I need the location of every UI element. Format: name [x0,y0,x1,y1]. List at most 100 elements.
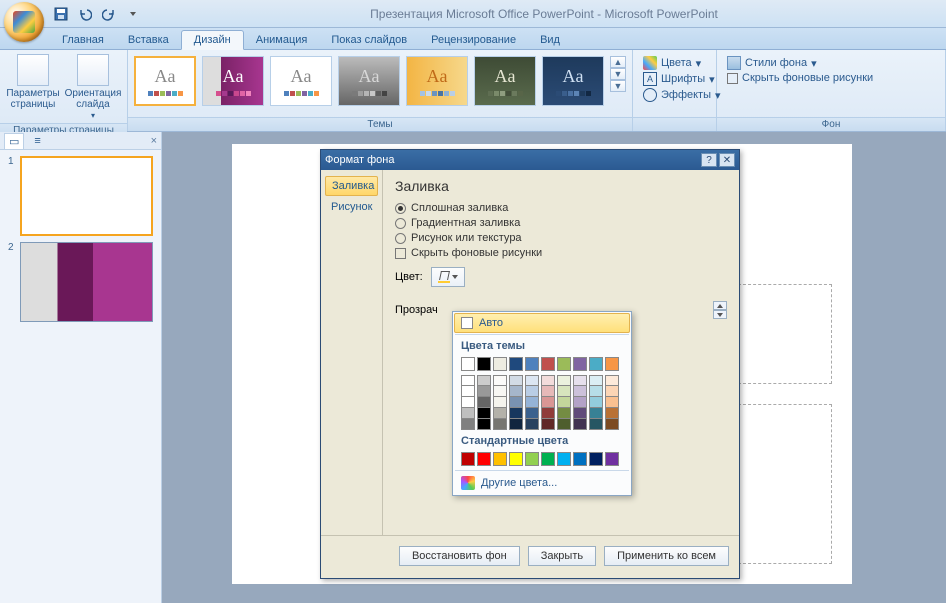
transparency-spinner[interactable] [713,301,727,319]
redo-icon[interactable] [100,5,118,23]
color-swatch[interactable] [461,357,475,371]
color-swatch[interactable] [509,419,523,430]
effects-dropdown[interactable]: Эффекты ▾ [643,88,721,102]
color-swatch[interactable] [557,357,571,371]
color-swatch[interactable] [477,452,491,466]
color-swatch[interactable] [477,375,491,386]
tab-review[interactable]: Рецензирование [419,31,528,49]
bg-styles-dropdown[interactable]: Стили фона ▾ [727,56,873,70]
theme-scroll-2[interactable]: ▼ [610,80,626,92]
opt-gradient[interactable]: Градиентная заливка [395,217,727,229]
fonts-dropdown[interactable]: AШрифты ▾ [643,72,721,86]
color-swatch[interactable] [557,375,571,386]
color-swatch[interactable] [605,397,619,408]
color-swatch[interactable] [477,357,491,371]
color-swatch[interactable] [573,452,587,466]
color-swatch[interactable] [541,397,555,408]
colors-dropdown[interactable]: Цвета ▾ [643,56,721,70]
color-picker-button[interactable] [431,267,465,287]
color-swatch[interactable] [605,375,619,386]
color-swatch[interactable] [493,419,507,430]
opt-hide-bg[interactable]: Скрыть фоновые рисунки [395,247,727,259]
theme-thumb-3[interactable]: Aa [338,56,400,106]
color-swatch[interactable] [573,375,587,386]
tab-view[interactable]: Вид [528,31,572,49]
color-swatch[interactable] [493,375,507,386]
color-swatch[interactable] [509,397,523,408]
color-swatch[interactable] [461,375,475,386]
color-swatch[interactable] [589,408,603,419]
color-swatch[interactable] [605,419,619,430]
color-swatch[interactable] [509,386,523,397]
color-swatch[interactable] [493,397,507,408]
opt-solid[interactable]: Сплошная заливка [395,202,727,214]
tab-home[interactable]: Главная [50,31,116,49]
color-swatch[interactable] [525,386,539,397]
color-swatch[interactable] [541,452,555,466]
color-swatch[interactable] [509,357,523,371]
color-swatch[interactable] [557,397,571,408]
color-swatch[interactable] [589,375,603,386]
thumbnails-close-icon[interactable]: × [151,135,157,147]
color-swatch[interactable] [605,386,619,397]
theme-thumb-0[interactable]: Aa [134,56,196,106]
color-swatch[interactable] [525,419,539,430]
color-swatch[interactable] [573,419,587,430]
color-swatch[interactable] [541,419,555,430]
color-swatch[interactable] [525,452,539,466]
color-swatch[interactable] [605,357,619,371]
color-swatch[interactable] [509,375,523,386]
color-swatch[interactable] [557,386,571,397]
color-swatch[interactable] [541,375,555,386]
color-swatch[interactable] [477,397,491,408]
color-swatch[interactable] [605,452,619,466]
color-swatch[interactable] [573,357,587,371]
color-swatch[interactable] [525,397,539,408]
tab-insert[interactable]: Вставка [116,31,181,49]
color-swatch[interactable] [589,357,603,371]
color-swatch[interactable] [525,357,539,371]
color-swatch[interactable] [477,408,491,419]
apply-all-button[interactable]: Применить ко всем [604,546,729,566]
tab-animation[interactable]: Анимация [244,31,320,49]
reset-button[interactable]: Восстановить фон [399,546,520,566]
save-icon[interactable] [52,5,70,23]
color-swatch[interactable] [557,452,571,466]
color-swatch[interactable] [461,452,475,466]
color-swatch[interactable] [541,357,555,371]
dialog-close-icon[interactable]: ✕ [719,153,735,167]
popup-more-colors[interactable]: Другие цвета... [455,473,629,493]
tab-slideshow[interactable]: Показ слайдов [319,31,419,49]
hide-bg-checkbox[interactable]: Скрыть фоновые рисунки [727,72,873,84]
thumbnails-tab-outline[interactable]: ≡ [30,134,44,148]
color-swatch[interactable] [589,397,603,408]
dialog-titlebar[interactable]: Формат фона ? ✕ [321,150,739,170]
color-swatch[interactable] [573,408,587,419]
color-swatch[interactable] [477,386,491,397]
color-swatch[interactable] [493,452,507,466]
close-button[interactable]: Закрыть [528,546,596,566]
theme-thumb-1[interactable]: Aa [202,56,264,106]
color-swatch[interactable] [541,408,555,419]
theme-scroll-1[interactable]: ▼ [610,68,626,80]
color-swatch[interactable] [477,419,491,430]
color-swatch[interactable] [461,408,475,419]
color-swatch[interactable] [605,408,619,419]
slide-thumb-1[interactable]: 1 [8,156,153,236]
undo-icon[interactable] [76,5,94,23]
color-swatch[interactable] [461,419,475,430]
color-swatch[interactable] [573,386,587,397]
theme-thumb-5[interactable]: Aa [474,56,536,106]
page-setup-button[interactable]: Параметры страницы [4,52,62,112]
color-swatch[interactable] [509,452,523,466]
color-swatch[interactable] [541,386,555,397]
theme-thumb-4[interactable]: Aa [406,56,468,106]
color-swatch[interactable] [509,408,523,419]
dialog-nav-fill[interactable]: Заливка [325,176,378,196]
color-swatch[interactable] [589,386,603,397]
orientation-button[interactable]: Ориентация слайда▾ [64,52,122,123]
opt-texture[interactable]: Рисунок или текстура [395,232,727,244]
theme-thumb-6[interactable]: Aa [542,56,604,106]
color-swatch[interactable] [557,408,571,419]
color-swatch[interactable] [525,375,539,386]
